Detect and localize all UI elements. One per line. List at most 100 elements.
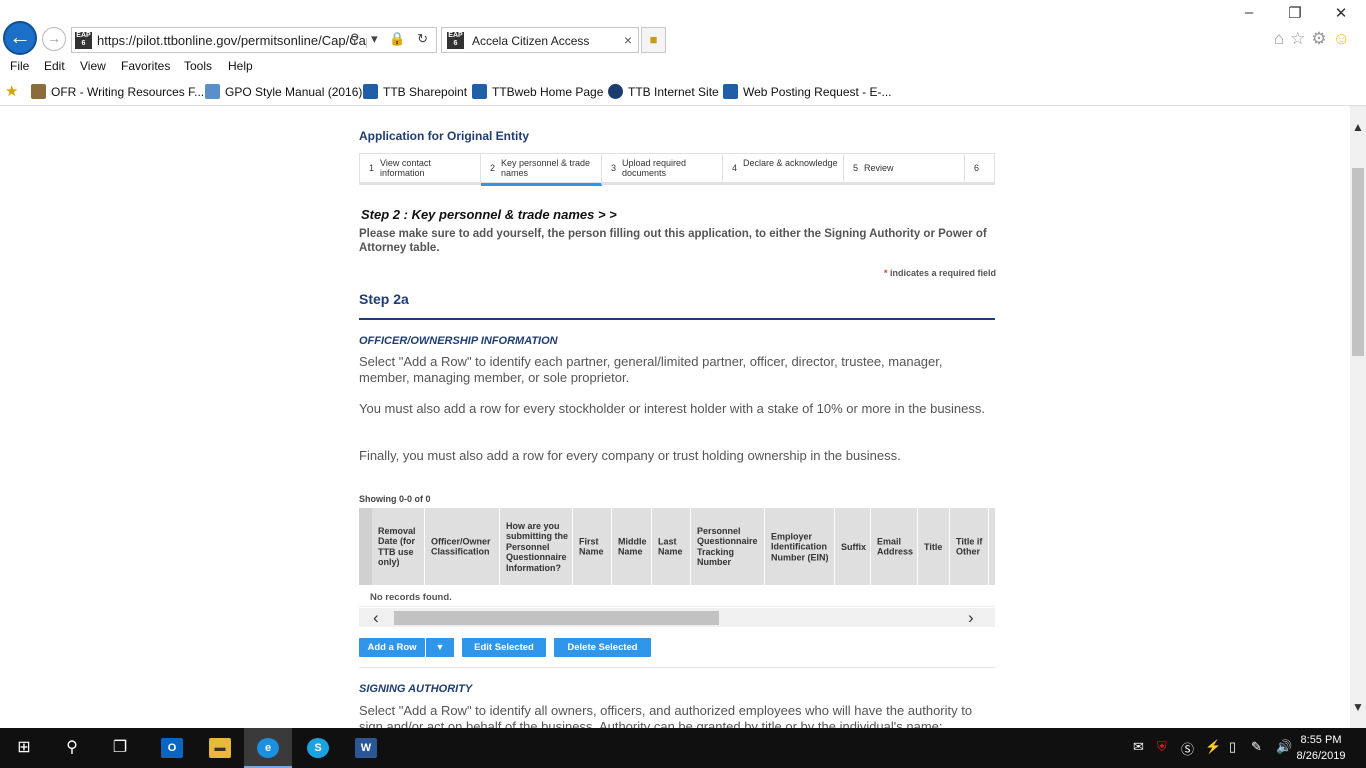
page-viewport: Application for Original Entity 1 View c… <box>0 106 1350 728</box>
system-clock[interactable]: 8:55 PM 8/26/2019 <box>1286 732 1356 764</box>
word-icon[interactable]: W <box>342 728 390 768</box>
section-separator <box>359 667 995 668</box>
menu-tools[interactable]: Tools <box>184 59 212 73</box>
search-icon[interactable]: ⚲ <box>48 728 96 768</box>
ttb-seal-icon <box>608 84 623 99</box>
feedback-smiley-icon[interactable]: ☺ <box>1333 29 1356 48</box>
column-header[interactable]: Title <box>918 508 950 585</box>
menu-edit[interactable]: Edit <box>44 59 65 73</box>
file-explorer-icon[interactable]: ▬ <box>196 728 244 768</box>
new-tab-icon[interactable]: ■ <box>641 27 666 53</box>
settings-gear-icon[interactable]: ⚙ <box>1311 29 1332 48</box>
table-select-column <box>359 508 372 585</box>
page-vertical-scrollbar[interactable]: ▲ ▼ <box>1350 106 1366 728</box>
column-header[interactable]: Employer Identification Number (EIN) <box>765 508 835 585</box>
scroll-up-icon[interactable]: ▲ <box>1350 120 1366 134</box>
back-arrow-icon[interactable]: ← <box>3 21 37 55</box>
column-header[interactable]: First Name <box>573 508 612 585</box>
clock-date: 8/26/2019 <box>1296 750 1346 762</box>
sharepoint-icon <box>363 84 378 99</box>
favorite-gpo[interactable]: GPO Style Manual (2016) <box>205 84 362 99</box>
favorite-ofr[interactable]: OFR - Writing Resources F... <box>31 84 204 99</box>
officer-paragraph-2: You must also add a row for every stockh… <box>359 401 986 416</box>
restore-icon[interactable]: ❐ <box>1272 4 1318 22</box>
favorite-web-posting[interactable]: Web Posting Request - E-... <box>723 84 892 99</box>
gpo-icon <box>205 84 220 99</box>
column-header[interactable]: Personnel Questionnaire Tracking Number <box>691 508 765 585</box>
step-4[interactable]: 4 Declare & acknowledge <box>723 154 844 183</box>
column-header[interactable]: Middle Name <box>612 508 652 585</box>
tab-title: Accela Citizen Access <box>472 34 590 48</box>
menu-favorites[interactable]: Favorites <box>121 59 170 73</box>
step-progress-bar: 1 View contact information 2 Key personn… <box>359 153 995 186</box>
officer-paragraph-3: Finally, you must also add a row for eve… <box>359 448 901 463</box>
section-divider <box>359 318 995 320</box>
address-url[interactable]: https://pilot.ttbonline.gov/permitsonlin… <box>97 33 367 48</box>
task-view-icon[interactable]: ❐ <box>96 728 144 768</box>
step-3[interactable]: 3 Upload required documents <box>602 154 723 183</box>
browser-tab[interactable]: EAP 6 Accela Citizen Access × <box>441 27 639 53</box>
address-controls-icons[interactable]: ⚲ ▾ 🔒 ↻ <box>350 31 432 47</box>
column-header[interactable]: Email Address <box>871 508 918 585</box>
step-2[interactable]: 2 Key personnel & trade names <box>481 154 602 186</box>
signing-paragraph: Select "Add a Row" to identify all owner… <box>359 703 973 728</box>
no-records-row: No records found. <box>359 587 995 607</box>
forward-arrow-icon[interactable]: → <box>42 27 66 51</box>
column-header[interactable]: Title if Other <box>950 508 989 585</box>
add-row-dropdown-icon[interactable]: ▼ <box>425 638 454 657</box>
column-header[interactable]: Suffix <box>835 508 871 585</box>
step-heading: Step 2 : Key personnel & trade names > > <box>361 207 617 222</box>
minimize-icon[interactable]: – <box>1226 4 1272 21</box>
menu-bar: File Edit View Favorites Tools Help <box>0 56 1366 76</box>
step-6[interactable]: 6 <box>965 154 994 183</box>
favorite-ttb-internet[interactable]: TTB Internet Site <box>608 84 719 99</box>
column-header[interactable]: Removal Date (for TTB use only) <box>372 508 425 585</box>
address-bar[interactable]: EAP 6 https://pilot.ttbonline.gov/permit… <box>71 27 437 53</box>
sharepoint-icon <box>472 84 487 99</box>
tray-pen-icon[interactable]: ✎ <box>1251 739 1262 755</box>
officer-ownership-title: OFFICER/OWNERSHIP INFORMATION <box>359 335 558 347</box>
browser-chrome: ← → EAP 6 https://pilot.ttbonline.gov/pe… <box>0 0 1366 106</box>
add-favorite-star-icon[interactable]: ★ <box>5 82 18 100</box>
scroll-thumb[interactable] <box>1352 168 1364 356</box>
officer-table-header: Removal Date (for TTB use only) Officer/… <box>359 508 995 585</box>
step-5[interactable]: 5 Review <box>844 154 965 183</box>
sharepoint-icon <box>723 84 738 99</box>
browser-tool-icons: ⌂☆⚙☺ <box>1274 29 1356 49</box>
favorites-star-icon[interactable]: ☆ <box>1290 29 1311 48</box>
scroll-thumb[interactable] <box>394 611 719 625</box>
column-header[interactable]: Officer/Owner Classification <box>425 508 500 585</box>
favorite-ttb-sharepoint[interactable]: TTB Sharepoint <box>363 84 467 99</box>
tab-close-icon[interactable]: × <box>624 32 632 48</box>
scroll-right-icon[interactable]: › <box>968 608 974 627</box>
record-count: Showing 0-0 of 0 <box>359 494 431 504</box>
start-windows-icon[interactable]: ⊞ <box>0 728 48 768</box>
home-icon[interactable]: ⌂ <box>1274 29 1290 48</box>
internet-explorer-icon[interactable]: e <box>244 728 292 768</box>
step-1[interactable]: 1 View contact information <box>360 154 481 183</box>
column-header[interactable]: How are you submitting the Personnel Que… <box>500 508 573 585</box>
section-title: Step 2a <box>359 291 409 307</box>
document-icon <box>31 84 46 99</box>
table-horizontal-scrollbar[interactable]: ‹ › <box>359 608 995 627</box>
outlook-icon[interactable]: O <box>148 728 196 768</box>
delete-selected-button[interactable]: Delete Selected <box>554 638 651 657</box>
menu-file[interactable]: File <box>10 59 29 73</box>
skype-icon[interactable]: S <box>294 728 342 768</box>
favorite-ttbweb[interactable]: TTBweb Home Page <box>472 84 603 99</box>
tray-outlook-icon[interactable]: ✉ <box>1133 739 1144 755</box>
add-row-button[interactable]: Add a Row <box>359 638 425 657</box>
application-title: Application for Original Entity <box>359 129 530 143</box>
scroll-down-icon[interactable]: ▼ <box>1350 700 1366 714</box>
tray-antivirus-icon[interactable]: ⛨ <box>1157 739 1167 755</box>
close-window-icon[interactable]: ✕ <box>1318 4 1364 22</box>
tray-skype-icon[interactable]: Ⓢ <box>1181 739 1194 758</box>
column-header[interactable]: Last Name <box>652 508 691 585</box>
menu-view[interactable]: View <box>80 59 106 73</box>
scroll-left-icon[interactable]: ‹ <box>373 608 379 627</box>
tab-favicon-icon: EAP 6 <box>447 32 464 49</box>
menu-help[interactable]: Help <box>228 59 253 73</box>
tray-battery-icon[interactable]: ▯ <box>1229 739 1236 755</box>
edit-selected-button[interactable]: Edit Selected <box>462 638 546 657</box>
tray-network-tool-icon[interactable]: ⚡ <box>1205 739 1221 755</box>
